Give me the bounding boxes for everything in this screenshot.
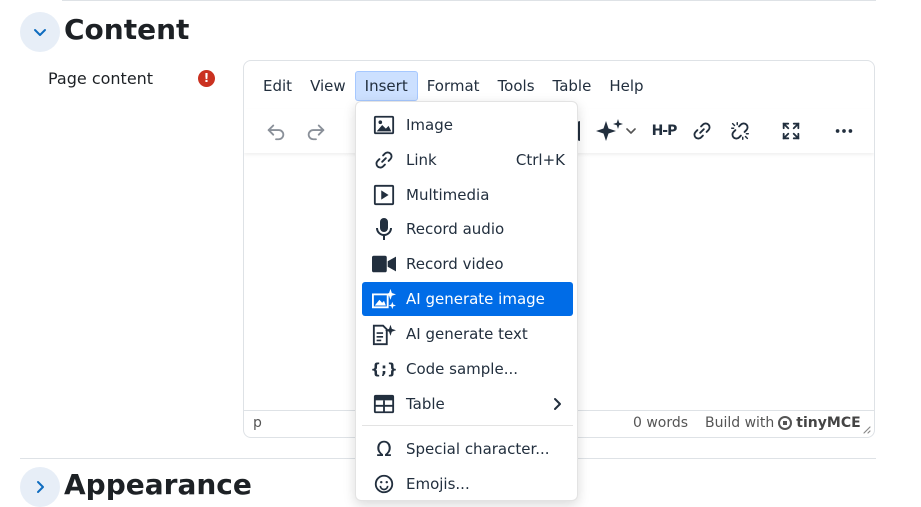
appearance-section-title: Appearance	[64, 468, 252, 501]
multimedia-icon	[372, 183, 396, 207]
chevron-right-icon	[37, 481, 44, 493]
fullscreen-icon	[782, 122, 800, 140]
link-button[interactable]	[688, 117, 716, 145]
link-icon	[372, 148, 396, 172]
menu-separator	[362, 425, 573, 426]
tinymce-branding[interactable]: Build with tinyMCE	[705, 415, 861, 431]
top-divider	[62, 0, 876, 1]
section-collapse-toggle[interactable]	[20, 12, 60, 52]
element-path[interactable]: p	[253, 415, 262, 431]
redo-button[interactable]	[302, 117, 330, 145]
menu-edit[interactable]: Edit	[254, 71, 301, 101]
code-sample-item[interactable]: {;} Code sample...	[362, 352, 573, 386]
insert-menu-dropdown: Image Link Ctrl+K Multimedia Record audi…	[355, 101, 578, 501]
image-icon	[372, 113, 396, 137]
more-button[interactable]	[830, 117, 858, 145]
code-sample-icon: {;}	[370, 360, 398, 378]
menu-help[interactable]: Help	[600, 71, 652, 101]
fullscreen-button[interactable]	[777, 117, 805, 145]
menu-format[interactable]: Format	[418, 71, 489, 101]
insert-multimedia-item[interactable]: Multimedia	[362, 178, 573, 212]
chevron-right-icon	[554, 398, 561, 410]
insert-table-item[interactable]: Table	[362, 387, 573, 421]
unlink-icon	[731, 122, 749, 140]
editor-menubar: Edit View Insert Format Tools Table Help	[254, 71, 653, 101]
section-title: Content	[64, 13, 190, 46]
ai-generate-text-item[interactable]: AI generate text	[362, 317, 573, 351]
appearance-section-toggle[interactable]	[20, 467, 60, 507]
menu-view[interactable]: View	[301, 71, 355, 101]
unlink-button[interactable]	[726, 117, 754, 145]
more-icon	[835, 129, 853, 133]
emoji-icon	[372, 472, 396, 496]
special-character-item[interactable]: Ω Special character...	[362, 432, 573, 466]
ai-image-icon	[372, 287, 396, 311]
h5p-button[interactable]: H-P	[648, 117, 680, 145]
ai-assist-button[interactable]	[594, 117, 638, 145]
record-audio-item[interactable]: Record audio	[362, 212, 573, 246]
insert-link-item[interactable]: Link Ctrl+K	[362, 143, 573, 177]
menu-tools[interactable]: Tools	[489, 71, 544, 101]
brand-name: tinyMCE	[796, 415, 861, 431]
undo-button[interactable]	[262, 117, 290, 145]
link-shortcut: Ctrl+K	[515, 151, 565, 169]
record-video-item[interactable]: Record video	[362, 247, 573, 281]
table-icon	[372, 392, 396, 416]
ai-sparkles-icon	[596, 119, 636, 141]
microphone-icon	[372, 217, 396, 241]
resize-handle-icon[interactable]	[861, 424, 871, 434]
ai-generate-image-item[interactable]: AI generate image	[362, 282, 573, 316]
page-content-label: Page content	[48, 69, 154, 88]
menu-table[interactable]: Table	[544, 71, 601, 101]
ai-text-icon	[372, 322, 396, 346]
word-count[interactable]: 0 words	[633, 415, 688, 431]
required-icon: !	[198, 70, 215, 87]
build-with-text: Build with	[705, 415, 775, 431]
undo-icon	[267, 124, 285, 141]
omega-icon: Ω	[376, 437, 392, 461]
insert-image-item[interactable]: Image	[362, 108, 573, 142]
redo-icon	[307, 124, 325, 141]
link-icon	[693, 122, 711, 140]
video-camera-icon	[372, 252, 396, 276]
h5p-icon: H-P	[651, 123, 678, 139]
emojis-item[interactable]: Emojis...	[362, 467, 573, 500]
chevron-down-icon	[34, 29, 46, 36]
tinymce-logo-icon	[778, 416, 793, 430]
menu-insert[interactable]: Insert	[354, 71, 418, 101]
